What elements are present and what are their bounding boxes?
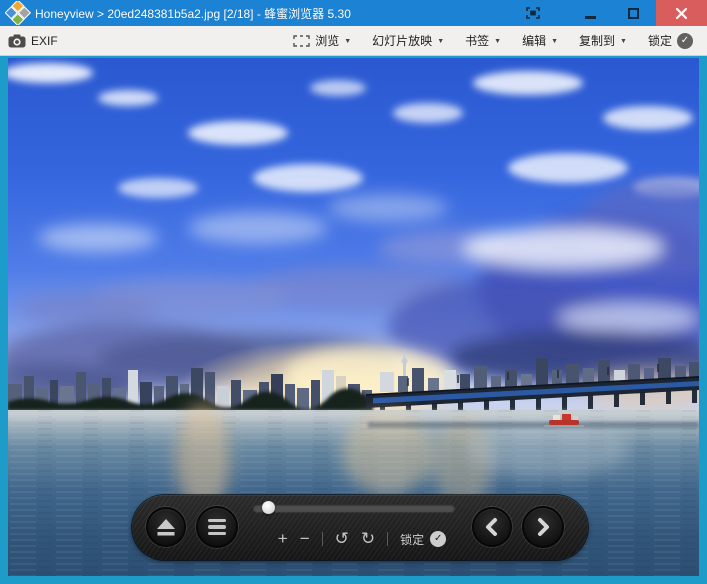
chevron-down-icon: ▼ <box>620 37 627 45</box>
chevron-right-icon <box>538 518 549 536</box>
hamburger-menu-icon <box>208 518 226 536</box>
maximize-icon <box>627 7 639 19</box>
fullscreen-icon <box>526 7 540 19</box>
lock-label: 锁定 <box>400 532 425 547</box>
exif-button[interactable]: EXIF <box>8 34 58 48</box>
lock-toggle-button[interactable]: 锁定 ✓ <box>648 32 693 49</box>
maximize-button[interactable] <box>620 0 646 26</box>
chevron-down-icon: ▼ <box>437 37 445 45</box>
camera-icon <box>8 34 26 47</box>
divider <box>387 532 389 546</box>
rotate-ccw-button[interactable]: ↺ <box>335 529 349 549</box>
photo-sky <box>8 58 699 436</box>
copy-to-label: 复制到 <box>579 34 616 48</box>
rotate-cw-button[interactable]: ↻ <box>361 529 375 549</box>
slider-knob[interactable] <box>262 501 275 514</box>
chevron-down-icon: ▼ <box>494 37 502 45</box>
bookmarks-label: 书签 <box>465 34 490 48</box>
eject-icon <box>157 519 175 536</box>
window-title: Honeyview > 20ed248381b5a2.jpg [2/18] - … <box>35 6 351 21</box>
navigation-slider[interactable] <box>253 501 455 514</box>
close-icon <box>675 7 688 19</box>
browse-menu-button[interactable]: 浏览 ▼ <box>293 32 351 49</box>
lock-toggle-bottom[interactable]: 锁定 ✓ <box>400 531 447 548</box>
lock-label: 锁定 <box>647 34 672 48</box>
mini-controls-row: + − ↺ ↻ 锁定 ✓ <box>250 527 474 551</box>
slideshow-menu-button[interactable]: 幻灯片放映 ▼ <box>372 32 444 49</box>
check-icon: ✓ <box>677 32 693 49</box>
chevron-down-icon: ▼ <box>551 37 559 45</box>
next-image-button[interactable] <box>522 506 564 548</box>
floating-control-bar: + − ↺ ↻ 锁定 ✓ <box>132 495 588 560</box>
minimize-icon <box>584 15 596 19</box>
zoom-in-button[interactable]: + <box>278 529 288 549</box>
check-icon: ✓ <box>430 531 447 547</box>
zoom-out-button[interactable]: − <box>300 529 310 549</box>
titlebar: Honeyview > 20ed248381b5a2.jpg [2/18] - … <box>0 0 707 26</box>
previous-image-button[interactable] <box>472 507 512 547</box>
open-file-button[interactable] <box>146 507 186 547</box>
chevron-down-icon: ▼ <box>344 37 352 45</box>
honeyview-logo-icon <box>5 1 31 25</box>
edit-menu-button[interactable]: 编辑 ▼ <box>522 32 558 49</box>
chevron-left-icon <box>486 518 497 536</box>
copy-to-menu-button[interactable]: 复制到 ▼ <box>579 32 627 49</box>
minimize-button[interactable] <box>577 0 603 26</box>
edit-label: 编辑 <box>522 34 547 48</box>
menu-button[interactable] <box>196 506 238 548</box>
browse-label: 浏览 <box>315 34 340 48</box>
toolbar-right-group: 浏览 ▼ 幻灯片放映 ▼ 书签 ▼ 编辑 ▼ 复制到 ▼ 锁定 ✓ <box>293 32 693 49</box>
close-button[interactable] <box>656 0 707 26</box>
fullscreen-button[interactable] <box>520 0 546 26</box>
fit-window-icon <box>293 34 310 47</box>
toolbar: EXIF 浏览 ▼ 幻灯片放映 ▼ 书签 ▼ 编辑 ▼ 复制到 ▼ 锁定 ✓ <box>0 26 707 56</box>
bookmarks-menu-button[interactable]: 书签 ▼ <box>465 32 501 49</box>
divider <box>321 532 323 546</box>
slideshow-label: 幻灯片放映 <box>372 34 433 48</box>
exif-label: EXIF <box>31 33 58 48</box>
